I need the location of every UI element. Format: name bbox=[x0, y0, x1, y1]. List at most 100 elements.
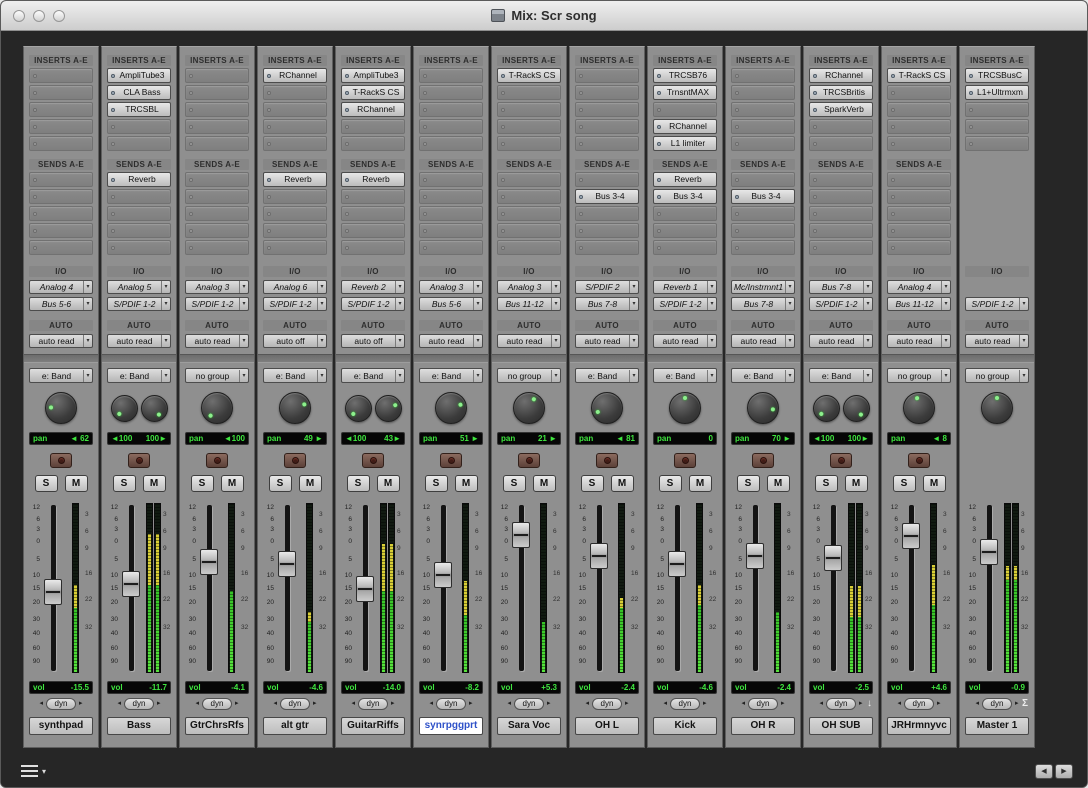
send-slot[interactable] bbox=[419, 240, 483, 255]
insert-slot[interactable] bbox=[29, 136, 93, 151]
volume-display[interactable]: vol -0.9 bbox=[965, 681, 1029, 694]
send-slot[interactable] bbox=[731, 223, 795, 238]
send-slot[interactable] bbox=[887, 240, 951, 255]
input-selector[interactable]: Analog 3 ▾ bbox=[497, 280, 561, 294]
insert-slot[interactable] bbox=[419, 68, 483, 83]
volume-display[interactable]: vol -14.0 bbox=[341, 681, 405, 694]
volume-display[interactable]: vol -4.6 bbox=[263, 681, 327, 694]
insert-slot[interactable] bbox=[887, 119, 951, 134]
pan-display[interactable]: ◄100 100► bbox=[107, 432, 171, 445]
insert-slot[interactable] bbox=[575, 102, 639, 117]
send-slot[interactable] bbox=[107, 189, 171, 204]
solo-button[interactable]: S bbox=[814, 475, 838, 492]
insert-slot[interactable]: TRCSBritis bbox=[809, 85, 873, 100]
record-enable-button[interactable] bbox=[596, 453, 618, 468]
track-name[interactable]: OH L bbox=[575, 717, 639, 735]
insert-slot[interactable]: TrnsntMAX bbox=[653, 85, 717, 100]
solo-button[interactable]: S bbox=[34, 475, 58, 492]
send-slot[interactable] bbox=[497, 240, 561, 255]
dyn-selector[interactable]: dyn bbox=[358, 698, 388, 710]
mute-button[interactable]: M bbox=[454, 475, 478, 492]
zoom-button[interactable] bbox=[53, 9, 65, 22]
track-name[interactable]: Master 1 bbox=[965, 717, 1029, 735]
group-selector[interactable]: e: Band ▾ bbox=[731, 368, 795, 383]
insert-slot[interactable]: TRCSBusC bbox=[965, 68, 1029, 83]
pan-knob[interactable] bbox=[344, 394, 372, 422]
group-selector[interactable]: e: Band ▾ bbox=[29, 368, 93, 383]
track-name[interactable]: GuitarRiffs bbox=[341, 717, 405, 735]
scroll-left-button[interactable]: ◀ bbox=[1035, 763, 1053, 779]
close-button[interactable] bbox=[13, 9, 25, 22]
pan-display[interactable]: pan 49 ► bbox=[263, 432, 327, 445]
send-slot[interactable] bbox=[575, 223, 639, 238]
mute-button[interactable]: M bbox=[766, 475, 790, 492]
insert-slot[interactable]: T-RackS CS bbox=[341, 85, 405, 100]
pan-knob[interactable] bbox=[110, 394, 138, 422]
input-selector[interactable]: Analog 4 ▾ bbox=[887, 280, 951, 294]
output-selector[interactable]: Bus 5-6 ▾ bbox=[419, 297, 483, 311]
fader-handle[interactable] bbox=[278, 551, 296, 577]
pan-display[interactable]: pan ◄ 8 bbox=[887, 432, 951, 445]
insert-slot[interactable] bbox=[419, 85, 483, 100]
insert-slot[interactable] bbox=[107, 136, 171, 151]
output-selector[interactable]: Bus 7-8 ▾ bbox=[575, 297, 639, 311]
send-slot[interactable] bbox=[731, 172, 795, 187]
automation-mode-button[interactable]: auto read ▾ bbox=[575, 334, 639, 348]
group-selector[interactable]: no group ▾ bbox=[497, 368, 561, 383]
insert-slot[interactable] bbox=[263, 119, 327, 134]
record-enable-button[interactable] bbox=[830, 453, 852, 468]
send-slot[interactable]: Bus 3-4 bbox=[731, 189, 795, 204]
send-slot[interactable] bbox=[809, 223, 873, 238]
send-slot[interactable] bbox=[185, 240, 249, 255]
output-selector[interactable]: Bus 11-12 ▾ bbox=[887, 297, 951, 311]
send-slot[interactable] bbox=[185, 189, 249, 204]
volume-display[interactable]: vol -2.5 bbox=[809, 681, 873, 694]
send-slot[interactable] bbox=[497, 206, 561, 221]
track-name[interactable]: OH R bbox=[731, 717, 795, 735]
dyn-selector[interactable]: dyn bbox=[904, 698, 934, 710]
send-slot[interactable] bbox=[809, 206, 873, 221]
mute-button[interactable]: M bbox=[532, 475, 556, 492]
insert-slot[interactable] bbox=[731, 136, 795, 151]
pan-knob[interactable] bbox=[45, 392, 77, 424]
insert-slot[interactable] bbox=[653, 102, 717, 117]
send-slot[interactable]: Reverb bbox=[107, 172, 171, 187]
send-slot[interactable] bbox=[419, 189, 483, 204]
fader-track[interactable] bbox=[830, 505, 836, 671]
pan-display[interactable]: pan ◄ 62 bbox=[29, 432, 93, 445]
insert-slot[interactable] bbox=[731, 85, 795, 100]
insert-slot[interactable] bbox=[887, 136, 951, 151]
volume-display[interactable]: vol -2.4 bbox=[731, 681, 795, 694]
dyn-selector[interactable]: dyn bbox=[46, 698, 76, 710]
insert-slot[interactable] bbox=[809, 136, 873, 151]
dyn-selector[interactable]: dyn bbox=[826, 698, 856, 710]
volume-display[interactable]: vol -15.5 bbox=[29, 681, 93, 694]
send-slot[interactable] bbox=[107, 240, 171, 255]
send-slot[interactable] bbox=[263, 240, 327, 255]
output-selector[interactable]: S/PDIF 1-2 ▾ bbox=[809, 297, 873, 311]
insert-slot[interactable] bbox=[575, 119, 639, 134]
pan-knob[interactable] bbox=[903, 392, 935, 424]
record-enable-button[interactable] bbox=[50, 453, 72, 468]
dyn-selector[interactable]: dyn bbox=[514, 698, 544, 710]
dyn-selector[interactable]: dyn bbox=[436, 698, 466, 710]
track-name[interactable]: synthpad bbox=[29, 717, 93, 735]
volume-display[interactable]: vol -4.1 bbox=[185, 681, 249, 694]
insert-slot[interactable] bbox=[419, 119, 483, 134]
send-slot[interactable] bbox=[809, 240, 873, 255]
fader-track[interactable] bbox=[986, 505, 992, 671]
insert-slot[interactable] bbox=[29, 119, 93, 134]
insert-slot[interactable]: T-RackS CS bbox=[497, 68, 561, 83]
insert-slot[interactable]: RChannel bbox=[341, 102, 405, 117]
send-slot[interactable] bbox=[419, 206, 483, 221]
insert-slot[interactable]: SparkVerb bbox=[809, 102, 873, 117]
insert-slot[interactable] bbox=[185, 85, 249, 100]
send-slot[interactable] bbox=[419, 223, 483, 238]
record-enable-button[interactable] bbox=[674, 453, 696, 468]
insert-slot[interactable]: TRCSBL bbox=[107, 102, 171, 117]
solo-button[interactable]: S bbox=[580, 475, 604, 492]
send-slot[interactable] bbox=[497, 172, 561, 187]
insert-slot[interactable] bbox=[809, 119, 873, 134]
insert-slot[interactable] bbox=[263, 102, 327, 117]
send-slot[interactable] bbox=[887, 172, 951, 187]
